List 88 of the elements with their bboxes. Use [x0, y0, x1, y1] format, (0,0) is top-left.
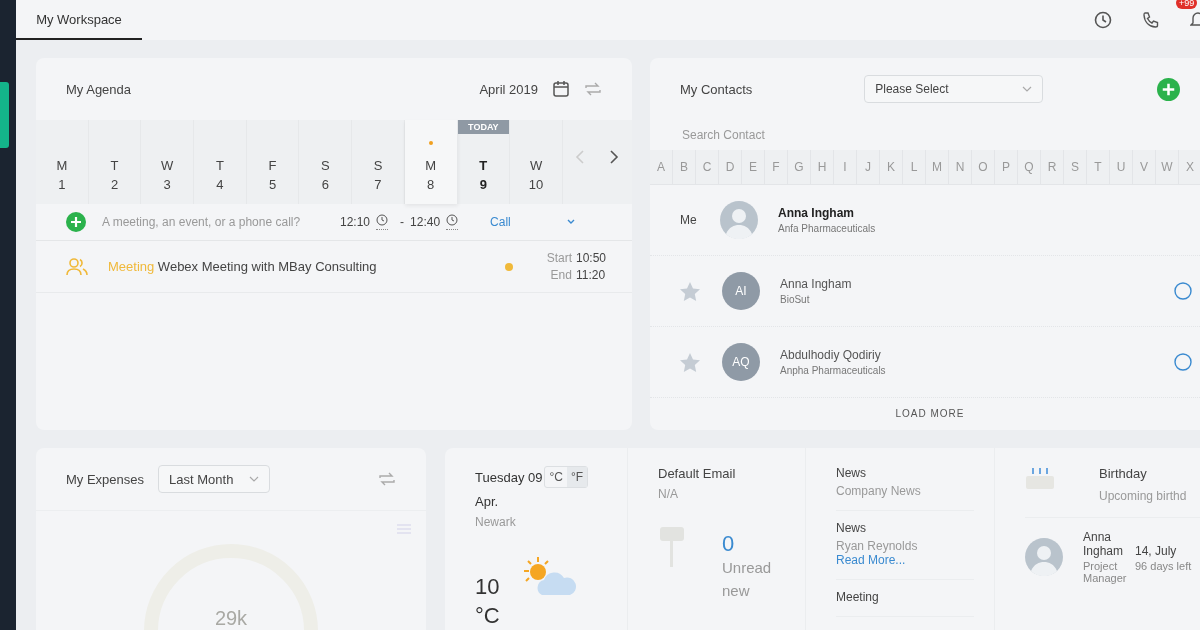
letter-filter[interactable]: E	[742, 150, 765, 184]
letter-filter[interactable]: H	[811, 150, 834, 184]
day-cell[interactable]: W 10	[510, 120, 563, 204]
agenda-title: My Agenda	[66, 81, 132, 97]
day-cell[interactable]: M 8	[404, 120, 458, 204]
person-role: Project Manager	[1083, 560, 1128, 584]
unit-toggle[interactable]: °C	[545, 467, 567, 487]
day-cell[interactable]: S 7	[352, 120, 405, 204]
letter-filter[interactable]: W	[1156, 150, 1179, 184]
letter-filter[interactable]: D	[719, 150, 742, 184]
unread-count: 0	[722, 531, 736, 557]
letter-filter[interactable]: B	[673, 150, 696, 184]
letter-filter[interactable]: L	[903, 150, 926, 184]
event-title[interactable]: Meeting Webex Meeting with MBay Consulting	[108, 259, 485, 274]
day-cell[interactable]: W 3	[141, 120, 195, 204]
initials-avatar: AI	[722, 272, 760, 310]
end-label: End	[549, 268, 572, 282]
birthday-subtitle: Upcoming birthd	[1099, 489, 1187, 503]
start-time: 10:50	[575, 251, 606, 265]
temperature-unit: °C	[475, 601, 500, 630]
start-label: Start	[546, 251, 572, 265]
birthday-date: 14, July	[1135, 544, 1178, 558]
unit-toggle[interactable]: °F	[566, 467, 588, 487]
email-title: Default Email	[658, 466, 737, 481]
load-more-button[interactable]: LOAD MORE	[650, 400, 1200, 427]
letter-filter[interactable]: T	[1087, 150, 1110, 184]
letter-filter[interactable]: G	[788, 150, 811, 184]
contact-name[interactable]: Abdulhodiy Qodiriy	[780, 348, 886, 362]
letter-filter[interactable]: C	[696, 150, 719, 184]
temperature: 10	[475, 573, 500, 601]
weather-date: Tuesday 09	[475, 469, 543, 485]
letter-filter[interactable]: A	[650, 150, 673, 184]
days-left: 96 days left	[1135, 560, 1192, 574]
news-text: Ryan Reynolds Read More...	[836, 539, 919, 567]
day-cell[interactable]: T 4	[194, 120, 247, 204]
contact-name[interactable]: Anna Ingham	[780, 277, 852, 291]
letter-filter[interactable]: U	[1110, 150, 1133, 184]
letter-filter[interactable]: P	[995, 150, 1018, 184]
letter-filter[interactable]: V	[1133, 150, 1156, 184]
contact-company: Anfa Pharmaceuticals	[778, 223, 876, 234]
month-label: April 2019	[479, 81, 538, 97]
letter-filter[interactable]: S	[1064, 150, 1087, 184]
day-cell[interactable]: F 5	[246, 120, 300, 204]
time-separator: -	[400, 215, 405, 229]
news-title: News	[836, 521, 867, 535]
day-cell[interactable]: M 1	[36, 120, 89, 204]
weather-month: Apr.	[475, 494, 500, 509]
letter-filter[interactable]: Q	[1018, 150, 1041, 184]
day-cell[interactable]: TODAY T 9	[457, 120, 511, 204]
day-cell[interactable]: S 6	[299, 120, 353, 204]
read-more-link[interactable]: Read More...	[836, 553, 906, 567]
initials-avatar: AQ	[722, 343, 760, 381]
contact-company: Anpha Pharmaceuticals	[780, 365, 886, 376]
news-text: Company News	[836, 484, 922, 498]
news-title: News	[836, 466, 867, 480]
letter-filter[interactable]: M	[926, 150, 949, 184]
filter-dropdown[interactable]: Please Select	[864, 75, 1044, 103]
start-time[interactable]: 12:10	[340, 215, 371, 229]
end-time: 11:20	[575, 268, 606, 282]
unread-label: Unread new	[722, 558, 773, 601]
letter-filter[interactable]: R	[1041, 150, 1064, 184]
expenses-title: My Expenses	[66, 471, 145, 487]
type-dropdown[interactable]: Call	[484, 214, 581, 230]
chart-total: 29k	[214, 607, 248, 630]
contacts-title: My Contacts	[680, 81, 753, 97]
event-input[interactable]: A meeting, an event, or a phone call?	[100, 214, 334, 230]
period-dropdown[interactable]: Last Month	[158, 465, 271, 493]
letter-filter[interactable]: J	[857, 150, 880, 184]
search-field[interactable]: Search Contact	[680, 120, 1180, 150]
letter-filter[interactable]: X	[1179, 150, 1200, 184]
email-address: N/A	[658, 487, 679, 501]
location-label: Newark	[475, 515, 517, 529]
birthday-title: Birthday	[1099, 466, 1148, 481]
letter-filter[interactable]: N	[949, 150, 972, 184]
letter-filter[interactable]: F	[765, 150, 788, 184]
news-title: Meeting	[836, 590, 880, 604]
contact-name[interactable]: Anna Ingham	[778, 206, 876, 220]
today-label: TODAY	[457, 120, 510, 134]
letter-filter[interactable]: I	[834, 150, 857, 184]
end-time[interactable]: 12:40	[410, 215, 441, 229]
contact-company: BioSut	[780, 294, 811, 305]
person-name: Anna Ingham	[1083, 530, 1125, 558]
workspace-tab[interactable]: My Workspace	[16, 0, 142, 40]
day-cell[interactable]: T 2	[88, 120, 142, 204]
letter-filter[interactable]: O	[972, 150, 995, 184]
notification-badge: +99	[1176, 0, 1198, 9]
letter-filter[interactable]: K	[880, 150, 903, 184]
me-label: Me	[680, 213, 698, 227]
